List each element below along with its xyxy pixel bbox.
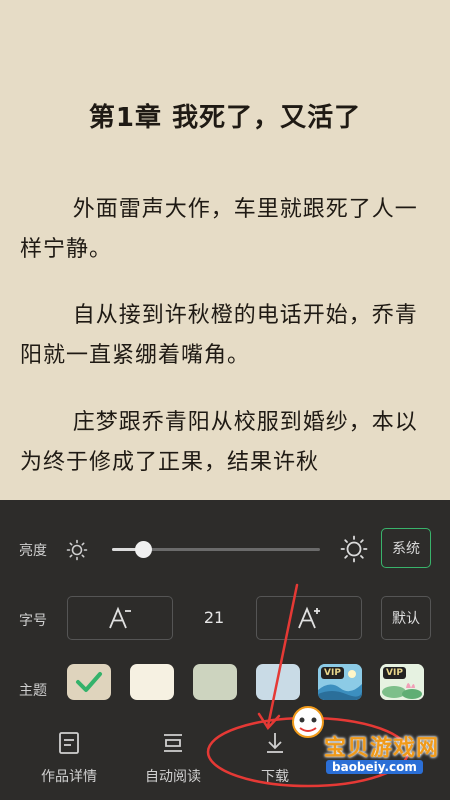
vip-badge: VIP: [383, 667, 406, 679]
theme-swatch-cream[interactable]: [130, 664, 174, 700]
paragraph: 庄梦跟乔青阳从校服到婚纱，本以为终于修成了正果，结果许秋: [20, 410, 418, 475]
sun-small-icon: [66, 539, 88, 561]
check-icon: [76, 672, 102, 692]
chapter-title: 第1章 我死了，又活了: [88, 103, 362, 133]
paragraph: 外面雷声大作，车里就跟死了人一样宁静。: [20, 197, 418, 262]
gamepad-mascot-icon: [292, 706, 324, 738]
watermark-text: 宝贝游戏网: [324, 736, 440, 761]
font-decrease-button[interactable]: [67, 596, 173, 640]
font-size-label: 字号: [19, 613, 47, 629]
tab-auto-read[interactable]: 自动阅读: [128, 730, 218, 786]
theme-swatch-vip-landscape[interactable]: VIP: [318, 664, 362, 700]
book-details-icon: [59, 732, 79, 754]
sun-large-icon: [340, 535, 368, 563]
theme-swatch-vip-lotus[interactable]: VIP: [380, 664, 424, 700]
font-size-value: 21: [203, 608, 225, 627]
brightness-label: 亮度: [19, 543, 47, 559]
theme-label: 主题: [19, 683, 47, 699]
font-increase-button[interactable]: [256, 596, 362, 640]
tab-book-details[interactable]: 作品详情: [24, 730, 114, 786]
theme-swatch-blue[interactable]: [256, 664, 300, 700]
theme-swatch-sage[interactable]: [193, 664, 237, 700]
theme-swatch-beige[interactable]: [67, 664, 111, 700]
vip-badge: VIP: [321, 667, 344, 679]
auto-read-icon: [164, 734, 182, 752]
font-decrease-icon: [109, 606, 131, 629]
download-icon: [267, 733, 283, 753]
watermark-logo: 宝贝游戏网 baobeiy.com: [286, 700, 442, 786]
brightness-slider[interactable]: [112, 541, 320, 558]
watermark-url: baobeiy.com: [326, 760, 423, 774]
paragraph: 自从接到许秋橙的电话开始，乔青阳就一直紧绷着嘴角。: [20, 303, 418, 368]
default-font-button[interactable]: 默认: [381, 596, 431, 640]
tab-label: 自动阅读: [145, 769, 201, 785]
tab-label: 作品详情: [41, 769, 97, 785]
font-increase-icon: [298, 606, 320, 629]
system-brightness-button[interactable]: 系统: [381, 528, 431, 568]
